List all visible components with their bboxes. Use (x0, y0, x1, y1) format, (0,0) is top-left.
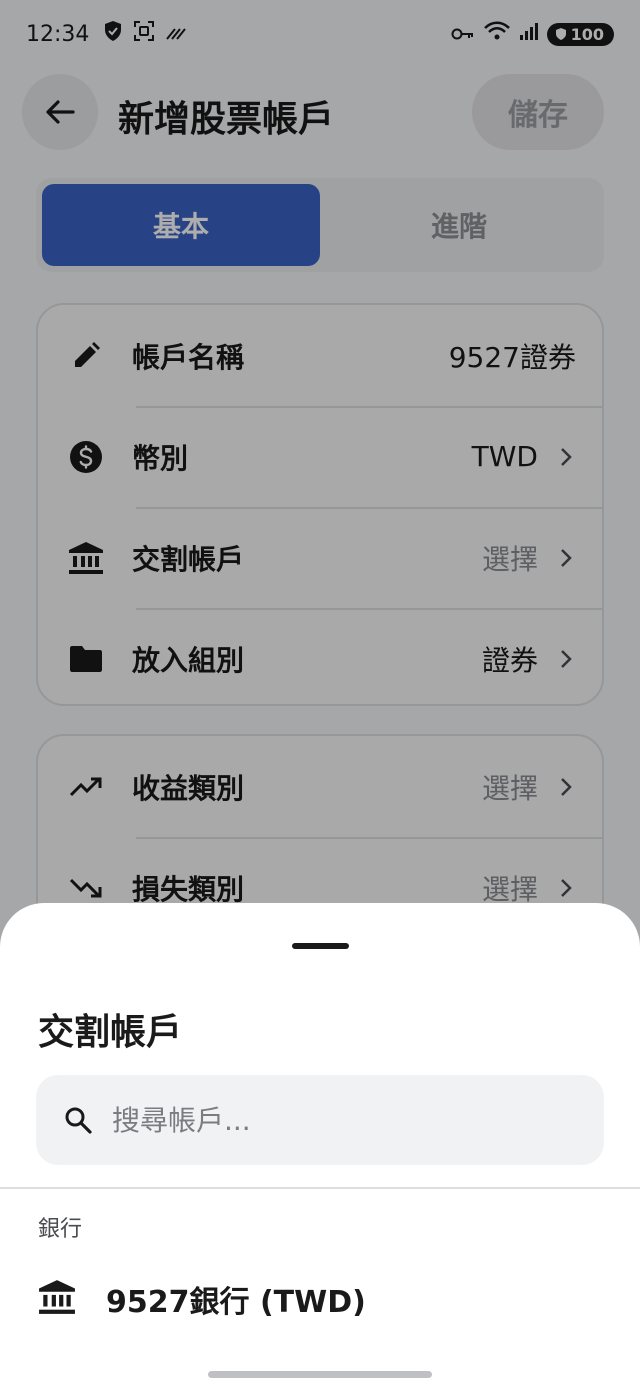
bank-icon (38, 1279, 76, 1319)
screen: 12:34 100 新增股票帳戶 儲存 基本 進階 帳戶名稱 9527證券 幣別… (0, 0, 640, 1387)
section-label-bank: 銀行 (38, 1217, 83, 1242)
account-item[interactable]: 9527銀行 (TWD) (0, 1259, 640, 1339)
gesture-bar (208, 1371, 432, 1378)
bottom-sheet: 交割帳戶 銀行 9527銀行 (TWD) (0, 903, 640, 1387)
search-input[interactable] (112, 1103, 552, 1137)
search-box[interactable] (36, 1075, 604, 1165)
sheet-title: 交割帳戶 (38, 1012, 183, 1053)
account-name: 9527銀行 (TWD) (106, 1285, 366, 1320)
divider (0, 1187, 640, 1189)
drag-handle[interactable] (292, 943, 349, 949)
search-icon (65, 1107, 92, 1134)
